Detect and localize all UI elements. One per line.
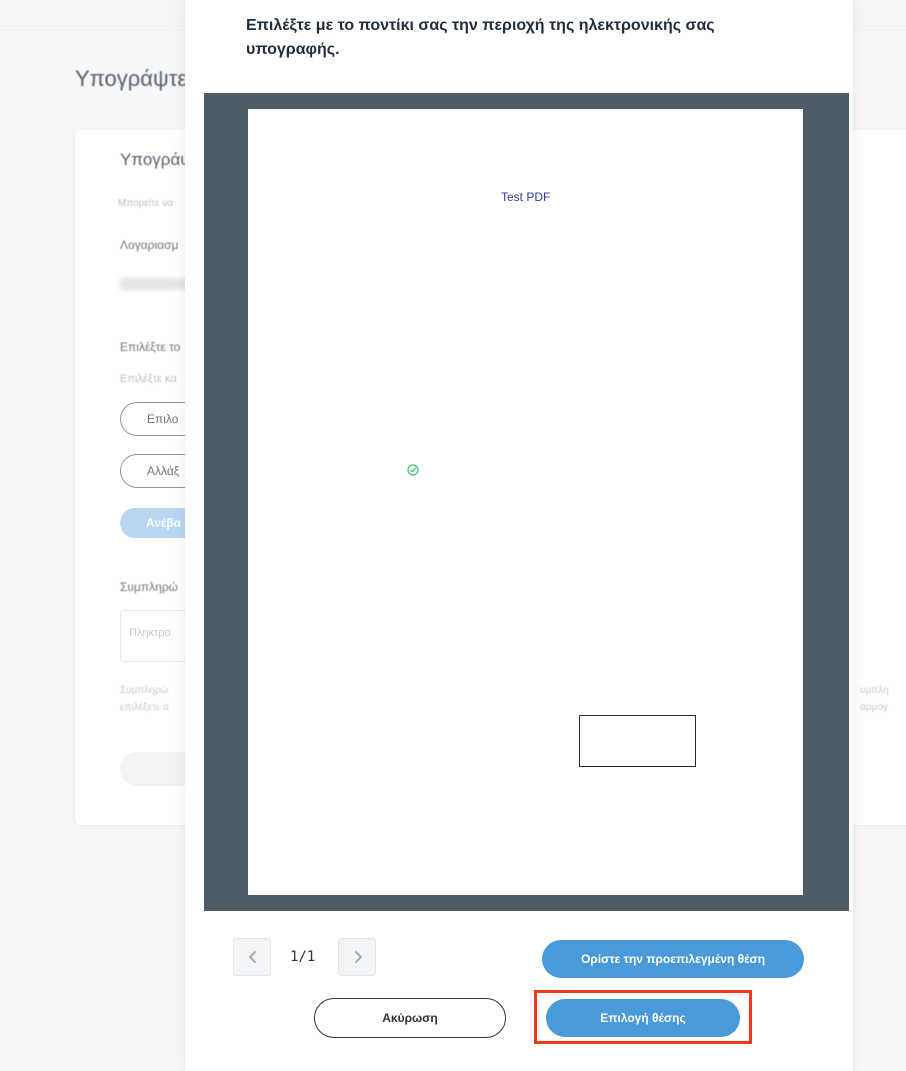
previous-page-button[interactable] [233, 938, 271, 976]
signature-position-modal: Επιλέξτε με το ποντίκι σας την περιοχή τ… [185, 0, 853, 1071]
set-default-position-button[interactable]: Ορίστε την προεπιλεγμένη θέση [542, 940, 804, 978]
background-card-subtitle: Μπορείτε να [118, 198, 173, 209]
background-input-placeholder: Πληκτρο [129, 627, 171, 639]
modal-title: Επιλέξτε με το ποντίκι σας την περιοχή τ… [246, 17, 715, 58]
cancel-button[interactable]: Ακύρωση [314, 998, 506, 1038]
chevron-left-icon [249, 951, 256, 963]
pdf-viewer: Test PDF [204, 93, 849, 911]
background-right-paragraph-line1: υμπλη [860, 685, 889, 696]
select-position-button[interactable]: Επιλογή θέσης [546, 999, 740, 1037]
signature-area-box[interactable] [579, 715, 696, 767]
check-circle-icon [407, 464, 419, 476]
background-card-heading: Υπογράψ [120, 150, 193, 169]
chevron-right-icon [355, 951, 362, 963]
background-change-button-label: Αλλάξ [147, 464, 180, 478]
page-indicator: 1/1 [290, 949, 316, 965]
background-select-button-label: Επιλο [147, 412, 179, 426]
background-paragraph-line2: επιλέξετε α [120, 702, 169, 713]
background-page-title: Υπογράψτε [75, 66, 188, 91]
background-paragraph-line1: Συμπληρώ [120, 685, 169, 696]
background-complete-label: Συμπληρώ [120, 580, 179, 594]
background-select-sublabel: Επιλέξτε κα [120, 373, 177, 385]
background-upload-button-label: Ανέβα [146, 516, 182, 530]
next-page-button[interactable] [338, 938, 376, 976]
background-right-paragraph-line2: αρμογ [860, 702, 888, 713]
background-select-label: Επιλέξτε το [120, 340, 181, 354]
background-account-label: Λογαριασμ [120, 238, 179, 252]
pdf-text: Test PDF [501, 190, 551, 204]
background-account-value [120, 278, 190, 290]
pdf-page[interactable]: Test PDF [248, 109, 803, 895]
